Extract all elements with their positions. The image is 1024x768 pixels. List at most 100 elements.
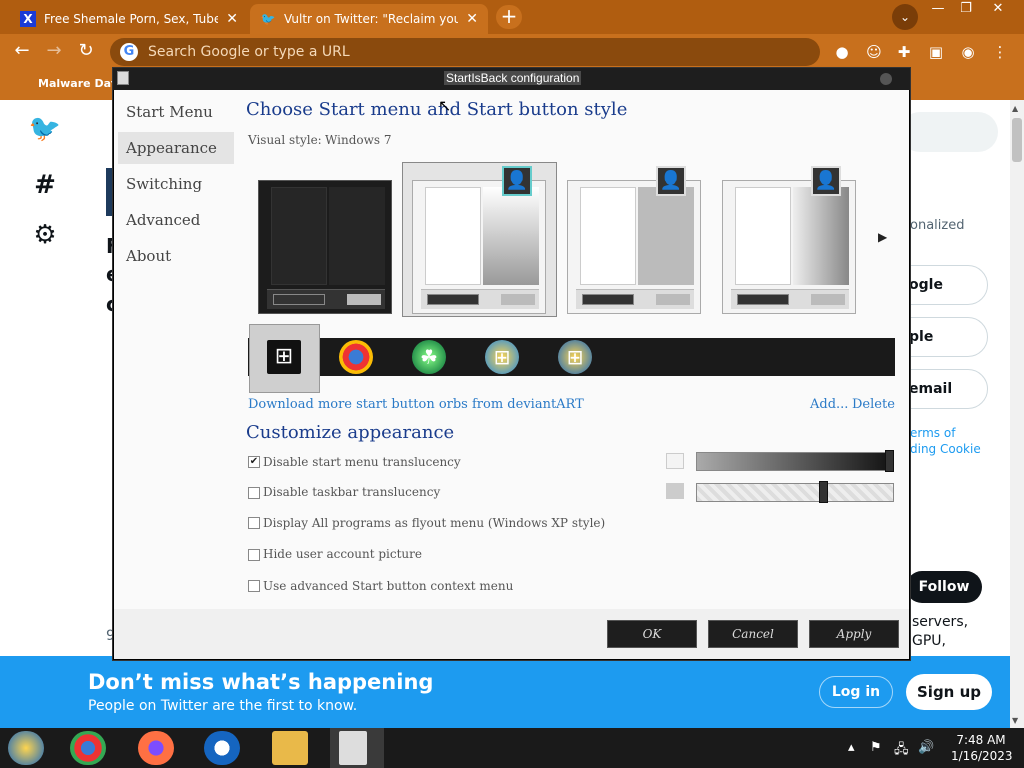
slider-thumb[interactable] [885,450,894,472]
ok-button[interactable]: OK [607,620,697,648]
deviantart-link[interactable]: Download more start button orbs from dev… [248,397,584,412]
tab-2[interactable]: 🐦 Vultr on Twitter: "Reclaim your p ✕ [250,4,488,34]
settings-gear-icon[interactable]: ⚙ [28,220,62,254]
win7-orb-icon[interactable]: ⊞ [558,340,592,374]
follow-button[interactable]: Follow [906,571,982,603]
firefox-icon[interactable] [138,731,174,765]
flag-extension-icon[interactable]: ● [832,42,852,62]
restore-icon[interactable]: ❐ [950,0,982,20]
back-arrow-icon[interactable]: ← [10,40,34,64]
style-card-plain[interactable] [567,180,701,314]
tray-expand-icon[interactable]: ▴ [848,740,855,755]
option-label[interactable]: Disable start menu translucency [263,455,461,469]
clock-time[interactable]: 7:48 AM [951,733,1011,747]
nav-start-menu[interactable]: Start Menu [118,96,234,128]
tweet-text: servers, [912,614,969,630]
clover-orb-icon[interactable]: ☘ [412,340,446,374]
windows-flag-orb-icon[interactable]: ⊞ [267,340,301,374]
option-checkbox[interactable] [248,487,260,499]
vista-orb-icon[interactable]: ⊞ [485,340,519,374]
startisback-icon[interactable] [339,731,367,765]
tab-search-icon[interactable]: ⌄ [892,4,918,30]
forward-arrow-icon[interactable]: → [42,40,66,64]
customize-heading: Customize appearance [246,422,455,443]
scroll-down-icon[interactable]: ▼ [1012,716,1018,725]
nav-about[interactable]: About [118,240,234,272]
next-styles-arrow-icon[interactable]: ▶ [878,230,887,244]
scroll-up-icon[interactable]: ▲ [1012,104,1018,113]
login-button[interactable]: Log in [819,676,893,708]
style-card-gradient[interactable] [722,180,856,314]
google-g-icon: G [120,43,138,61]
omnibox[interactable]: G Search Google or type a URL [110,38,820,66]
add-orb-link[interactable]: Add... [810,397,848,412]
option-label[interactable]: Hide user account picture [263,547,422,561]
tab-1[interactable]: X Free Shemale Porn, Sex, Tube Vi ✕ [10,4,248,34]
chrome-menu-icon[interactable]: ⋮ [990,42,1010,62]
option-checkbox[interactable] [248,517,260,529]
twitter-bird-icon: 🐦 [260,12,276,26]
chrome-orb-icon[interactable] [339,340,373,374]
apply-button[interactable]: Apply [809,620,899,648]
close-icon[interactable]: ✕ [466,11,478,27]
option-label[interactable]: Use advanced Start button context menu [263,579,513,593]
window-close-icon[interactable]: ✕ [982,0,1014,20]
extensions-puzzle-icon[interactable]: ✚ [894,42,914,62]
option-checkbox[interactable] [248,580,260,592]
taskbar-color-swatch[interactable] [666,483,684,499]
twitter-logo-icon[interactable]: 🐦 [28,114,62,148]
user-avatar-icon: 👤 [502,166,532,196]
menu-color-swatch[interactable] [666,453,684,469]
start-menu-opacity-slider[interactable] [696,452,894,471]
chrome-icon[interactable] [70,731,106,765]
option-checkbox[interactable] [248,549,260,561]
obama-logo-icon[interactable] [204,731,240,765]
style-heading: Choose Start menu and Start button style [246,99,628,120]
twitter-search-input[interactable] [900,112,998,152]
new-tab-button[interactable]: + [496,5,522,29]
explore-hash-icon[interactable]: # [28,170,62,204]
mouse-cursor-icon: ↖ [438,96,452,115]
action-center-flag-icon[interactable]: ⚑ [870,740,882,755]
close-icon[interactable]: ✕ [226,11,238,27]
button-label: ple [909,329,934,345]
user-avatar-icon: 👤 [656,166,686,196]
delete-orb-link[interactable]: Delete [852,397,895,412]
style-card-dark[interactable] [258,180,392,314]
account-avatar-icon[interactable]: ◉ [958,42,978,62]
visual-style-label: Visual style: [248,133,322,147]
banner-subtext: People on Twitter are the first to know. [88,698,358,714]
volume-icon[interactable]: 🔊 [918,740,934,755]
nav-switching[interactable]: Switching [118,168,234,200]
taskbar-opacity-slider[interactable] [696,483,894,502]
visual-style-value: Windows 7 [325,133,392,147]
style-card-windows7[interactable] [412,180,546,314]
nav-advanced[interactable]: Advanced [118,204,234,236]
side-panel-icon[interactable]: ▣ [926,42,946,62]
clock-date[interactable]: 1/16/2023 [951,749,1013,763]
terms-link[interactable]: erms of [910,426,955,440]
signup-button[interactable]: Sign up [906,674,992,710]
tab-title: Vultr on Twitter: "Reclaim your p [284,12,459,26]
tab-title: Free Shemale Porn, Sex, Tube Vi [44,12,219,26]
windows-orb-icon[interactable] [8,731,44,765]
slider-thumb[interactable] [818,481,828,503]
option-label[interactable]: Disable taskbar translucency [263,485,440,499]
x-favicon-icon: X [20,11,36,27]
dialog-close-icon[interactable] [880,73,892,85]
cancel-button[interactable]: Cancel [708,620,798,648]
option-label[interactable]: Display All programs as flyout menu (Win… [263,516,605,530]
banner-headline: Don’t miss what’s happening [88,670,434,694]
user-avatar-icon: 👤 [811,166,841,196]
button-label: ogle [909,277,943,293]
cookie-link[interactable]: ding Cookie [910,442,981,456]
network-icon[interactable]: 🖧 [894,740,909,762]
scroll-thumb[interactable] [1012,118,1022,162]
page-scrollbar[interactable] [1010,100,1024,728]
reload-icon[interactable]: ↻ [74,40,98,64]
file-explorer-icon[interactable] [272,731,308,765]
profile-extension-icon[interactable]: ☺ [864,42,884,62]
option-checkbox[interactable]: ✔ [248,456,260,468]
dialog-title: StartIsBack configuration [444,71,582,85]
nav-appearance[interactable]: Appearance [118,132,234,164]
